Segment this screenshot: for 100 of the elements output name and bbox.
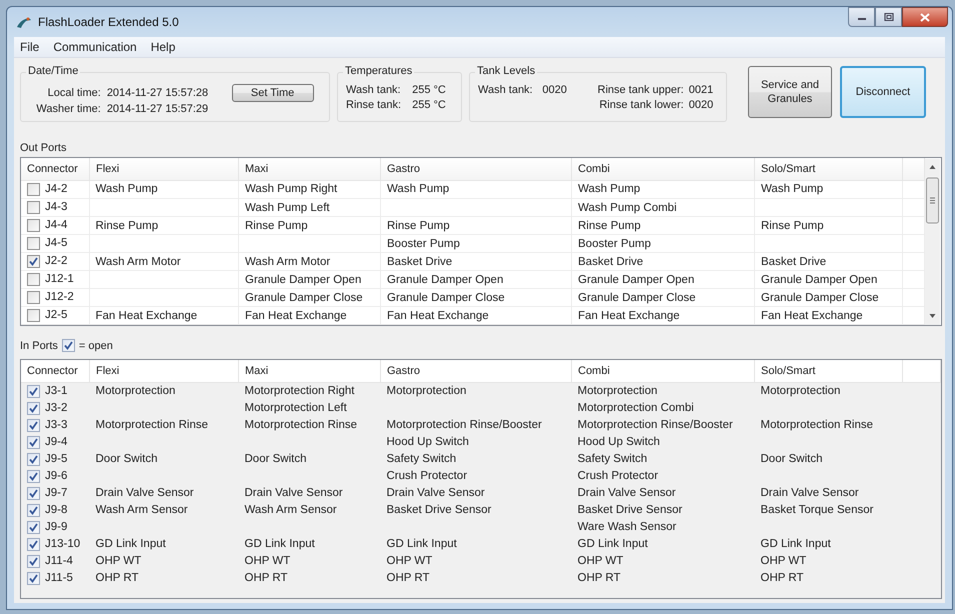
checkbox[interactable] <box>27 308 40 322</box>
checkbox[interactable] <box>62 339 75 352</box>
column-header[interactable]: Combi <box>572 158 754 180</box>
checkbox[interactable] <box>27 504 40 516</box>
column-header[interactable]: Flexi <box>90 158 238 180</box>
checkbox[interactable] <box>27 470 40 482</box>
legend-text: = open <box>78 340 113 352</box>
checkbox[interactable] <box>27 200 40 214</box>
checkbox[interactable] <box>27 236 40 250</box>
table-cell: Rinse Pump <box>761 220 824 232</box>
column-header[interactable]: Combi <box>572 360 754 382</box>
checkbox[interactable] <box>27 554 40 568</box>
table-cell: OHP RT <box>760 572 804 584</box>
table-cell: Motorprotection Rinse <box>96 419 208 431</box>
table-cell: Door Switch <box>96 453 158 465</box>
app-icon <box>16 15 32 29</box>
connector-label: J9-5 <box>45 453 68 465</box>
table-cell: Drain Valve Sensor <box>760 487 859 499</box>
minimize-button[interactable] <box>848 7 875 27</box>
table-cell: OHP WT <box>244 555 290 567</box>
column-header[interactable]: Connector <box>21 360 90 382</box>
maximize-icon <box>884 13 894 21</box>
table-cell: Booster Pump <box>578 238 651 250</box>
field-label: Washer time: <box>35 103 101 115</box>
table-cell: Fan Heat Exchange <box>761 310 863 322</box>
menu-item[interactable]: File <box>20 40 40 54</box>
table-cell: Wash Pump <box>96 183 158 196</box>
close-icon <box>920 12 930 22</box>
table-cell: Motorprotection Left <box>244 402 347 414</box>
table-cell: OHP WT <box>578 555 624 567</box>
table-cell: Safety Switch <box>578 453 648 465</box>
field-label: Rinse tank upper: <box>596 84 684 96</box>
connector-label: J9-4 <box>45 436 68 448</box>
checkbox[interactable] <box>27 182 40 196</box>
table-cell: Crush Protector <box>386 470 468 482</box>
table-cell: OHP WT <box>386 555 432 567</box>
table-cell: Basket Torque Sensor <box>760 504 874 516</box>
checkbox[interactable] <box>27 418 40 432</box>
checkbox[interactable] <box>27 290 40 304</box>
set-time-button[interactable]: Set Time <box>232 84 314 102</box>
column-header[interactable]: Maxi <box>238 360 380 382</box>
table-cell: Booster Pump <box>387 238 460 250</box>
table-cell: GD Link Input <box>244 538 315 550</box>
table-cell: Hood Up Switch <box>578 436 660 448</box>
field-label: Wash tank: <box>478 84 534 96</box>
table-cell: Motorprotection Right <box>244 385 354 397</box>
column-header[interactable]: Maxi <box>238 158 380 180</box>
column-header[interactable]: Flexi <box>90 360 238 382</box>
connector-label: J11-5 <box>45 572 73 584</box>
table-cell: Wash Arm Sensor <box>244 504 337 516</box>
checkbox[interactable] <box>27 572 40 584</box>
column-header[interactable]: Gastro <box>380 360 572 382</box>
table-cell: Granule Damper Open <box>761 274 878 286</box>
checkbox[interactable] <box>27 436 40 448</box>
connector-label: J3-2 <box>45 402 68 414</box>
close-button[interactable] <box>902 7 948 27</box>
connector-label: J9-7 <box>45 487 68 499</box>
connector-label: J4-4 <box>45 219 68 231</box>
checkbox[interactable] <box>27 520 40 534</box>
table-cell: Motorprotection <box>96 385 176 397</box>
table-cell: Basket Drive <box>761 256 826 268</box>
menu-item[interactable]: Communication <box>53 40 137 54</box>
field-label: Rinse tank lower: <box>598 99 684 111</box>
table-cell: Motorprotection Combi <box>578 402 694 414</box>
column-header[interactable]: Solo/Smart <box>754 360 902 382</box>
table-cell: Fan Heat Exchange <box>96 310 198 322</box>
checkbox[interactable] <box>27 402 40 414</box>
table-cell: OHP RT <box>244 572 288 584</box>
checkbox[interactable] <box>27 538 40 550</box>
field-value: 2014-11-27 15:57:28 <box>106 87 210 99</box>
menu-item[interactable]: Help <box>150 40 176 54</box>
table-cell: Door Switch <box>760 453 822 465</box>
disconnect-button[interactable]: Disconnect <box>840 66 926 118</box>
table-cell: Wash Pump Left <box>245 202 330 214</box>
table-cell: Granule Damper Open <box>245 274 362 286</box>
checkbox[interactable] <box>27 254 40 268</box>
column-header[interactable]: Solo/Smart <box>754 158 902 180</box>
table-cell: Wash Arm Sensor <box>96 504 188 516</box>
table-cell: Motorprotection Rinse <box>760 419 873 431</box>
table-cell: OHP RT <box>386 572 430 584</box>
checkbox[interactable] <box>27 486 40 500</box>
maximize-button[interactable] <box>875 7 902 27</box>
group-title: Date/Time <box>26 65 80 77</box>
table-cell: Wash Pump <box>578 183 640 196</box>
column-header[interactable]: Connector <box>21 158 90 180</box>
table-cell: Motorprotection Rinse/Booster <box>386 419 542 431</box>
checkbox[interactable] <box>27 218 40 232</box>
section-label: In Ports <box>20 340 58 352</box>
field-value: 0020 <box>542 84 568 96</box>
table-cell: GD Link Input <box>578 538 648 550</box>
table-cell: OHP WT <box>96 555 142 567</box>
connector-label: J3-1 <box>45 385 68 397</box>
checkbox[interactable] <box>27 452 40 466</box>
checkbox[interactable] <box>27 272 40 286</box>
table-cell: GD Link Input <box>760 538 831 550</box>
table-cell: OHP WT <box>760 555 806 567</box>
service-button[interactable]: Service and Granules <box>748 66 832 118</box>
checkbox[interactable] <box>27 384 40 398</box>
field-value: 255 °C <box>412 84 447 96</box>
column-header[interactable]: Gastro <box>380 158 572 180</box>
